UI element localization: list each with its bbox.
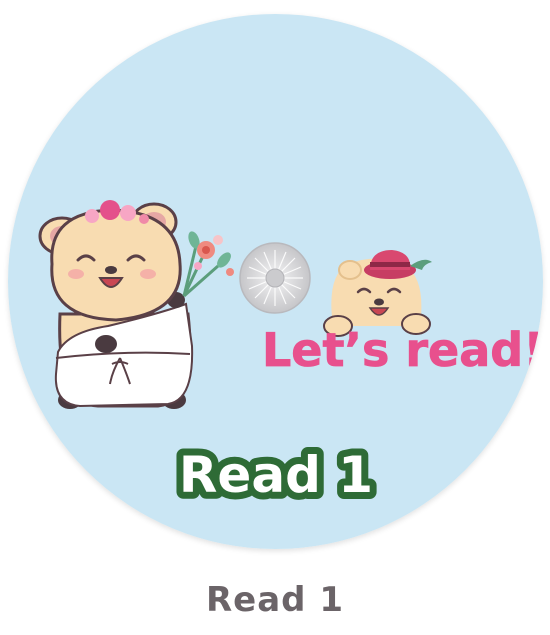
disc-hub-icon <box>239 242 311 314</box>
disc-artwork: Let’s read! Read 1 Read 1 <box>8 14 543 549</box>
disc-title: Read 1 <box>179 446 373 504</box>
disc-label: Let’s read! Read 1 Read 1 <box>8 14 543 549</box>
headline: Let’s read! <box>262 323 543 377</box>
caption-title: Read 1 <box>205 580 344 620</box>
